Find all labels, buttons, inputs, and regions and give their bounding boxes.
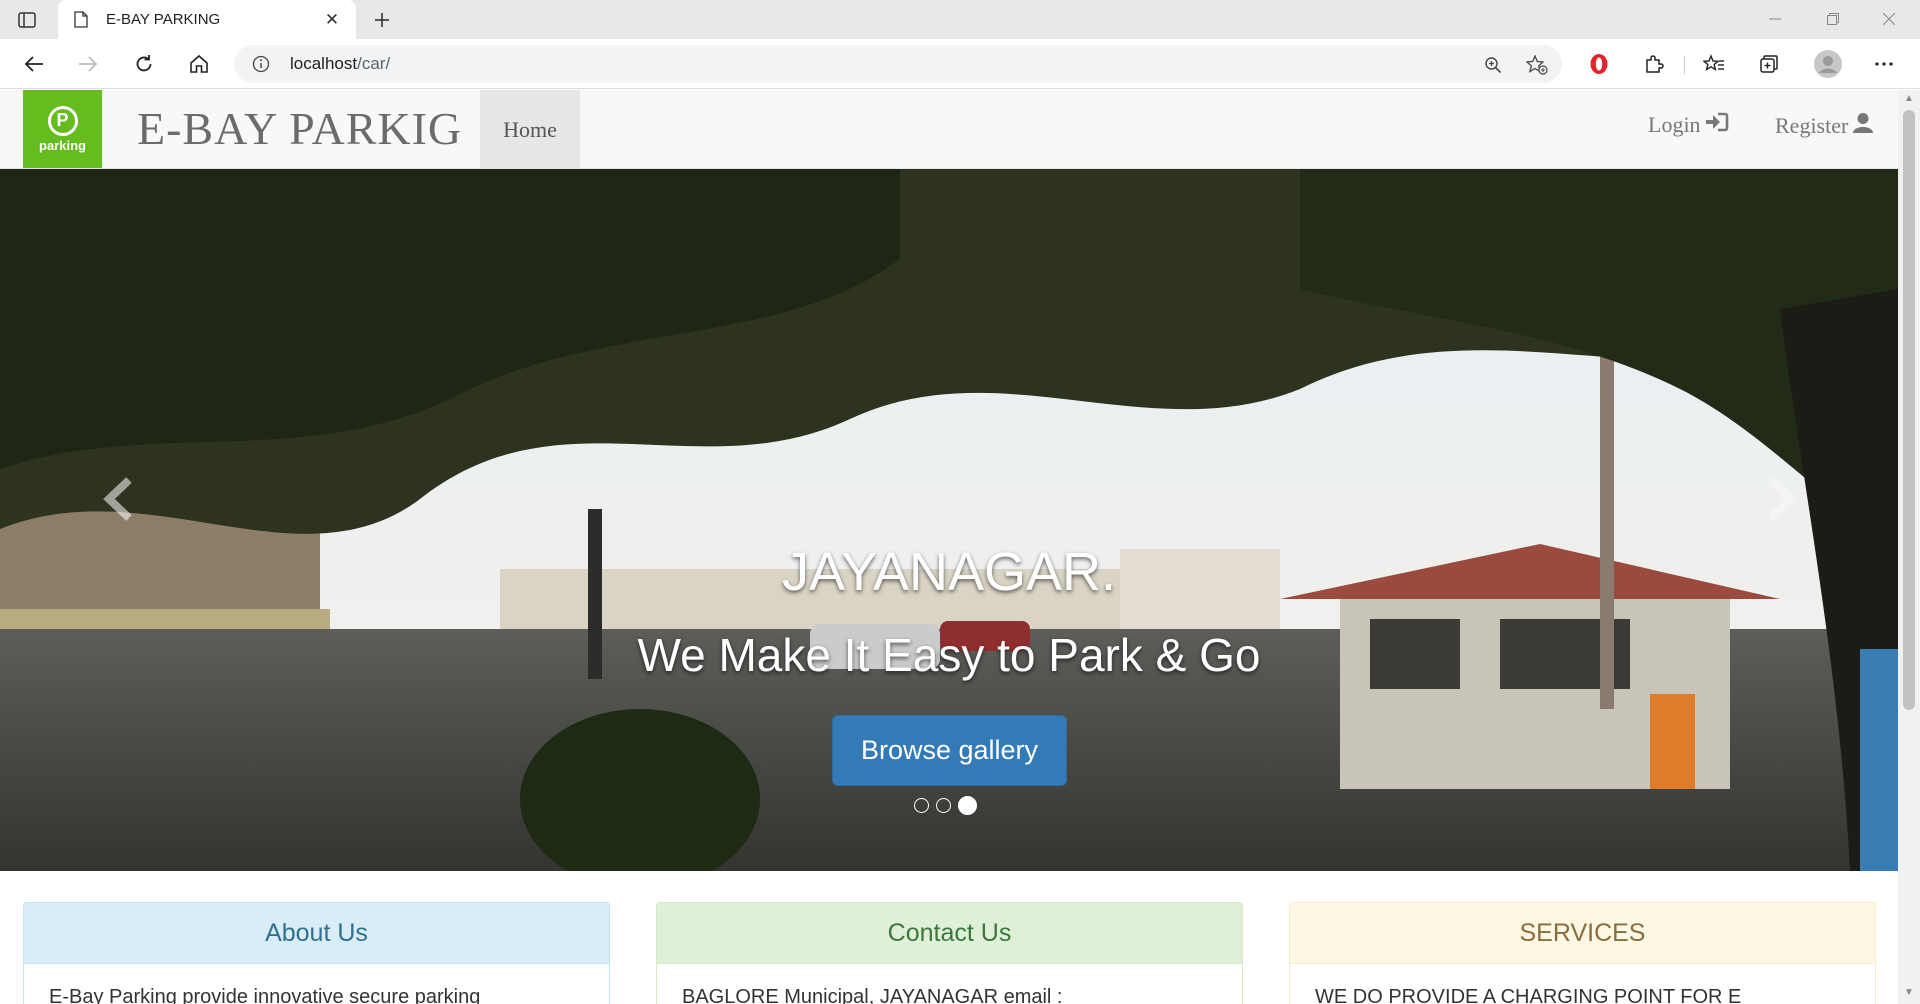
browser-tab[interactable]: E-BAY PARKING ✕ xyxy=(58,0,356,39)
logo-text: parking xyxy=(39,137,86,153)
url-host: localhost xyxy=(290,54,358,73)
info-icon[interactable] xyxy=(252,55,270,73)
url-path: /car/ xyxy=(357,54,391,73)
services-panel-body: WE DO PROVIDE A CHARGING POINT FOR E xyxy=(1315,986,1742,1004)
login-icon xyxy=(1701,112,1729,138)
favorites-icon[interactable] xyxy=(1698,48,1730,80)
back-icon[interactable] xyxy=(18,48,50,80)
plus-icon[interactable] xyxy=(368,6,396,34)
about-panel-body: E-Bay Parking provide innovative secure … xyxy=(49,986,481,1004)
carousel-indicators xyxy=(914,796,977,815)
login-label: Login xyxy=(1648,112,1701,137)
carousel-indicator-2[interactable] xyxy=(936,798,951,813)
register-label: Register xyxy=(1775,113,1849,138)
parking-logo[interactable]: P parking xyxy=(23,90,102,168)
tab-actions-icon[interactable] xyxy=(14,8,40,32)
opera-icon[interactable] xyxy=(1583,48,1615,80)
document-icon xyxy=(72,11,90,29)
forward-icon[interactable] xyxy=(72,48,104,80)
contact-panel-heading: Contact Us xyxy=(657,903,1242,964)
about-panel: About Us E-Bay Parking provide innovativ… xyxy=(23,902,610,1004)
scroll-up-icon[interactable]: ▲ xyxy=(1904,94,1914,104)
chevron-right-icon[interactable] xyxy=(1752,469,1812,529)
carousel-caption: JAYANAGAR. We Make It Easy to Park & Go xyxy=(0,532,1898,698)
contact-panel-body: BAGLORE Municipal, JAYANAGAR email : xyxy=(682,986,1063,1004)
toolbar-divider xyxy=(1684,56,1685,74)
restore-icon[interactable] xyxy=(1810,5,1856,33)
nav-register-link[interactable]: Register xyxy=(1775,112,1874,140)
site-navbar: P parking E-BAY PARKIG Home Login Regist… xyxy=(0,90,1898,169)
home-icon[interactable] xyxy=(183,48,215,80)
scroll-down-icon[interactable]: ▼ xyxy=(1904,988,1914,998)
services-panel-heading: SERVICES xyxy=(1290,903,1875,964)
browse-gallery-button[interactable]: Browse gallery xyxy=(832,715,1067,786)
carousel-heading: JAYANAGAR. xyxy=(781,542,1117,602)
services-panel: SERVICES WE DO PROVIDE A CHARGING POINT … xyxy=(1289,902,1876,1004)
nav-login-link[interactable]: Login xyxy=(1648,112,1729,138)
carousel-indicator-3[interactable] xyxy=(958,796,977,815)
favorite-add-icon[interactable] xyxy=(1526,54,1548,76)
page-scrollbar[interactable]: ▲ ▼ xyxy=(1898,90,1920,1004)
tab-title: E-BAY PARKING xyxy=(106,11,221,28)
extensions-icon[interactable] xyxy=(1638,48,1670,80)
address-bar[interactable]: localhost/car/ xyxy=(234,45,1562,83)
window-close-icon[interactable] xyxy=(1866,5,1912,33)
url-text[interactable]: localhost/car/ xyxy=(290,54,390,74)
carousel-subheading: We Make It Easy to Park & Go xyxy=(637,629,1261,681)
more-icon[interactable] xyxy=(1868,48,1900,80)
hero-carousel: JAYANAGAR. We Make It Easy to Park & Go … xyxy=(0,169,1898,871)
browser-tab-strip: E-BAY PARKING ✕ xyxy=(0,0,1920,39)
user-icon xyxy=(1848,112,1874,140)
parking-p-icon: P xyxy=(47,105,78,136)
info-panels: About Us E-Bay Parking provide innovativ… xyxy=(0,902,1898,1004)
browser-toolbar: localhost/car/ xyxy=(0,39,1920,89)
chevron-left-icon[interactable] xyxy=(88,469,148,529)
scrollbar-thumb[interactable] xyxy=(1903,110,1915,710)
minimize-icon[interactable] xyxy=(1752,5,1798,33)
web-page: P parking E-BAY PARKIG Home Login Regist… xyxy=(0,90,1898,1004)
about-panel-heading: About Us xyxy=(24,903,609,964)
brand-title[interactable]: E-BAY PARKIG xyxy=(137,102,462,155)
profile-icon[interactable] xyxy=(1812,48,1844,80)
reload-icon[interactable] xyxy=(128,48,160,80)
close-icon[interactable]: ✕ xyxy=(322,10,342,30)
collections-icon[interactable] xyxy=(1753,48,1785,80)
carousel-indicator-1[interactable] xyxy=(914,798,929,813)
zoom-icon[interactable] xyxy=(1482,54,1504,76)
contact-panel: Contact Us BAGLORE Municipal, JAYANAGAR … xyxy=(656,902,1243,1004)
nav-home-link[interactable]: Home xyxy=(480,90,580,169)
